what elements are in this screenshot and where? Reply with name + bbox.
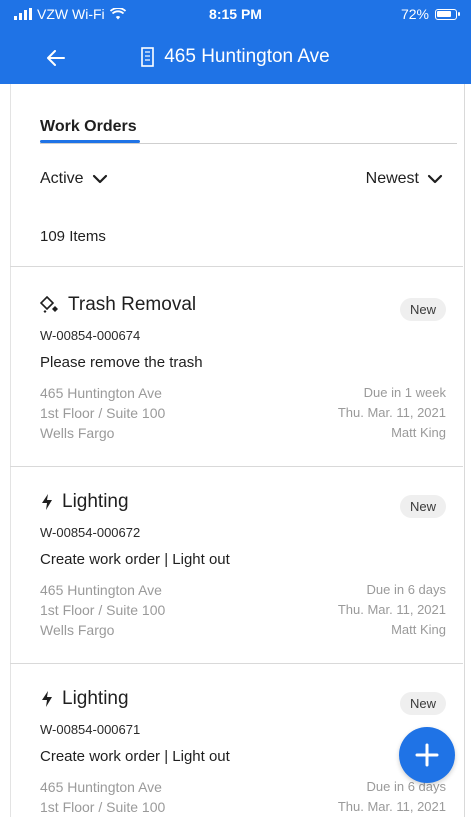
add-work-order-button[interactable] — [399, 727, 455, 783]
work-order-code: W-00854-000672 — [40, 525, 141, 540]
address-text: 465 Huntington Ave — [40, 385, 162, 401]
location-text: 1st Floor / Suite 100 — [40, 405, 166, 421]
work-order-card[interactable]: Lighting New W-00854-000671 Create work … — [40, 684, 446, 817]
meta-right: Due in 6 days Thu. Mar. 11, 2021 — [338, 777, 446, 817]
meta-left: 465 Huntington Ave 1st Floor / Suite 100… — [40, 580, 165, 640]
date-text: Thu. Mar. 11, 2021 — [337, 799, 446, 814]
meta-right: Due in 6 days Thu. Mar. 11, 2021 Matt Ki… — [338, 580, 446, 640]
location-text: 1st Floor / Suite 100 — [40, 602, 166, 618]
work-order-code: W-00854-000671 — [40, 722, 141, 737]
card-header: Lighting New — [40, 487, 446, 521]
address-text: 465 Huntington Ave — [40, 582, 162, 598]
card-title-group: Lighting — [40, 688, 129, 710]
status-badge: New — [399, 495, 446, 518]
card-title-group: Lighting — [40, 491, 129, 513]
chevron-down-icon — [92, 174, 107, 184]
due-text: Due in 1 week — [363, 385, 446, 400]
card-title-group: Trash Removal — [40, 294, 196, 316]
battery-icon — [435, 8, 460, 20]
meta-left: 465 Huntington Ave 1st Floor / Suite 100… — [40, 383, 165, 443]
tabs-divider — [40, 143, 457, 144]
work-order-meta: 465 Huntington Ave 1st Floor / Suite 100… — [40, 580, 446, 640]
status-bar: VZW Wi-Fi 8:15 PM 72% — [0, 0, 471, 30]
tenant-text: Wells Fargo — [40, 425, 115, 441]
status-filter-dropdown[interactable]: Active — [40, 170, 108, 188]
status-badge: New — [399, 692, 446, 715]
items-count: 109 Items — [40, 228, 106, 245]
page-title: 465 Huntington Ave — [164, 46, 330, 67]
list-divider — [10, 266, 463, 267]
due-text: Due in 6 days — [366, 582, 447, 597]
work-order-card[interactable]: Lighting New W-00854-000672 Create work … — [40, 487, 446, 640]
assignee-text: Matt King — [391, 622, 446, 637]
lightning-icon — [42, 494, 52, 510]
battery-percent: 72% — [400, 6, 429, 22]
work-order-meta: 465 Huntington Ave 1st Floor / Suite 100… — [40, 383, 446, 443]
status-filter-label: Active — [40, 170, 84, 187]
content-left-edge — [10, 84, 11, 817]
content-right-edge — [464, 84, 465, 817]
work-order-description: Create work order | Light out — [40, 551, 230, 568]
sort-label: Newest — [365, 170, 419, 187]
card-header: Trash Removal New — [40, 290, 446, 324]
work-order-card[interactable]: Trash Removal New W-00854-000674 Please … — [40, 290, 446, 443]
app-header: VZW Wi-Fi 8:15 PM 72% 465 Huntington Ave — [0, 0, 471, 84]
work-order-title: Lighting — [62, 688, 129, 709]
meta-left: 465 Huntington Ave 1st Floor / Suite 100 — [40, 777, 165, 817]
status-right: 72% — [400, 6, 460, 22]
work-order-title: Trash Removal — [68, 294, 197, 315]
plus-icon — [415, 743, 439, 767]
building-icon — [141, 47, 155, 67]
lightning-icon — [42, 691, 52, 707]
sort-dropdown[interactable]: Newest — [366, 170, 443, 188]
address-text: 465 Huntington Ave — [40, 779, 162, 795]
date-text: Thu. Mar. 11, 2021 — [337, 602, 446, 617]
chevron-down-icon — [427, 174, 443, 184]
work-order-description: Create work order | Light out — [40, 748, 230, 765]
status-badge: New — [399, 298, 446, 321]
tab-work-orders[interactable]: Work Orders — [40, 118, 137, 136]
work-order-description: Please remove the trash — [40, 354, 203, 371]
assignee-text: Matt King — [391, 425, 446, 440]
work-order-code: W-00854-000674 — [40, 328, 141, 343]
list-divider — [10, 663, 463, 664]
sparkle-icon — [40, 296, 58, 313]
meta-right: Due in 1 week Thu. Mar. 11, 2021 Matt Ki… — [338, 383, 446, 443]
nav-row: 465 Huntington Ave — [0, 38, 471, 78]
work-order-title: Lighting — [62, 491, 129, 512]
header-title-group: 465 Huntington Ave — [0, 46, 471, 68]
list-divider — [10, 466, 463, 467]
card-header: Lighting New — [40, 684, 446, 718]
tenant-text: Wells Fargo — [40, 622, 115, 638]
work-order-meta: 465 Huntington Ave 1st Floor / Suite 100… — [40, 777, 446, 817]
location-text: 1st Floor / Suite 100 — [40, 799, 166, 815]
date-text: Thu. Mar. 11, 2021 — [337, 405, 446, 420]
